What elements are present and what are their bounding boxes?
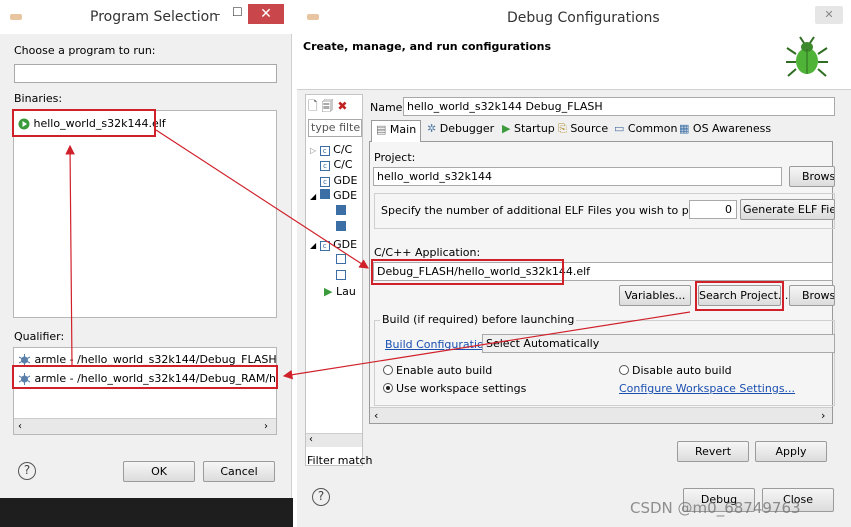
qualifier-label: Qualifier: <box>14 330 65 343</box>
enable-auto-build-radio[interactable]: Enable auto build <box>383 364 492 377</box>
cancel-button[interactable]: Cancel <box>203 461 275 482</box>
highlight-box <box>695 281 784 311</box>
duplicate-icon[interactable]: 🗐 <box>321 99 333 113</box>
close-icon[interactable]: ✕ <box>815 6 843 24</box>
tree-child-icon[interactable] <box>336 254 346 264</box>
title-bar: Program Selection – ☐ ✕ <box>0 0 292 34</box>
configure-workspace-link[interactable]: Configure Workspace Settings... <box>619 382 795 395</box>
help-icon[interactable]: ? <box>18 462 36 480</box>
revert-button[interactable]: Revert <box>677 441 749 462</box>
banner: Create, manage, and run configurations <box>297 34 851 90</box>
horizontal-scrollbar[interactable]: ‹ › <box>14 418 276 434</box>
window-title: Debug Configurations <box>507 10 660 26</box>
app-label: C/C++ Application: <box>374 246 481 259</box>
tree-item[interactable]: ◢ GDE <box>310 189 357 202</box>
elf-prompt: Specify the number of additional ELF Fil… <box>381 204 733 217</box>
close-icon[interactable]: ✕ <box>248 4 284 24</box>
tree-child-icon[interactable] <box>336 205 346 215</box>
filter-input[interactable]: type filter t <box>308 119 362 137</box>
window-title: Program Selection <box>90 9 219 25</box>
apply-button[interactable]: Apply <box>755 441 827 462</box>
binaries-list[interactable]: hello_world_s32k144.elf <box>13 110 277 318</box>
tab-startup[interactable]: ▶ Startup <box>502 120 555 140</box>
horizontal-scrollbar[interactable]: ‹ <box>306 433 362 447</box>
name-input[interactable]: hello_world_s32k144 Debug_FLASH <box>403 97 835 116</box>
scroll-right-icon[interactable]: › <box>264 421 268 432</box>
minimize-icon[interactable]: – <box>214 7 221 22</box>
scroll-left-icon[interactable]: ‹ <box>374 409 378 422</box>
tree-item[interactable]: c C/C <box>320 158 353 171</box>
highlight-box <box>12 109 156 137</box>
tree-item[interactable]: c GDE <box>320 174 357 187</box>
elf-count-input[interactable]: 0 <box>689 200 737 219</box>
scroll-right-icon[interactable]: › <box>821 409 825 422</box>
tree-toolbar: 🗋 🗐 ✖ <box>308 97 347 118</box>
browse-app-button[interactable]: Brows <box>789 285 835 306</box>
radio-icon <box>383 365 393 375</box>
tab-common[interactable]: ▭ Common <box>614 120 677 140</box>
tab-source[interactable]: ⎘ Source <box>558 120 608 140</box>
tab-strip: ▤ Main ✲ Debugger ▶ Startup ⎘ Source ▭ C… <box>369 120 833 142</box>
tab-debugger[interactable]: ✲ Debugger <box>427 120 494 140</box>
tree-item[interactable]: ◢ c GDE <box>310 238 357 251</box>
radio-icon <box>619 365 629 375</box>
choose-program-label: Choose a program to run: <box>14 44 156 57</box>
tree-child-icon[interactable] <box>336 270 346 280</box>
build-configuration-link[interactable]: Build Configuration: <box>385 338 494 351</box>
build-configuration-select[interactable]: Select Automatically <box>482 334 835 353</box>
scroll-left-icon[interactable]: ‹ <box>309 434 313 445</box>
highlight-box <box>371 259 564 285</box>
banner-heading: Create, manage, and run configurations <box>303 40 552 53</box>
scroll-left-icon[interactable]: ‹ <box>18 421 22 432</box>
delete-icon[interactable]: ✖ <box>337 99 347 113</box>
variables-button[interactable]: Variables... <box>619 285 691 306</box>
tree-item[interactable]: ▷ c C/C <box>310 143 352 156</box>
program-search-input[interactable] <box>14 64 277 83</box>
program-selection-window: Program Selection – ☐ ✕ Choose a program… <box>0 0 292 527</box>
build-group-label: Build (if required) before launching <box>380 313 577 326</box>
disable-auto-build-radio[interactable]: Disable auto build <box>619 364 732 377</box>
generate-elf-fields-button[interactable]: Generate ELF Fields <box>740 199 835 220</box>
tree-child-icon[interactable] <box>336 221 346 231</box>
title-bar: Debug Configurations ✕ <box>297 0 851 34</box>
qualifier-list[interactable]: armle - /hello_world_s32k144/Debug_FLASH… <box>13 347 277 435</box>
radio-selected-icon <box>383 383 393 393</box>
name-label: Name: <box>370 101 407 114</box>
window-icon <box>307 14 319 20</box>
watermark: CSDN @m0_68749763 <box>630 499 801 517</box>
project-input[interactable]: hello_world_s32k144 <box>373 167 782 186</box>
tab-os-awareness[interactable]: ▦ OS Awareness <box>679 120 771 140</box>
help-icon[interactable]: ? <box>312 488 330 506</box>
bug-logo-icon <box>786 36 828 77</box>
use-workspace-radio[interactable]: Use workspace settings <box>383 382 526 395</box>
project-label: Project: <box>374 151 416 164</box>
horizontal-scrollbar[interactable]: ‹ › <box>370 407 832 423</box>
browse-project-button[interactable]: Brows <box>789 166 835 187</box>
binaries-label: Binaries: <box>14 92 63 105</box>
filter-status: Filter match <box>307 454 373 467</box>
tab-main[interactable]: ▤ Main <box>371 120 422 142</box>
window-icon <box>10 14 22 20</box>
config-tree-panel: 🗋 🗐 ✖ type filter t ▷ c C/C c C/C c GDE … <box>305 94 363 466</box>
taskbar-strip <box>0 498 293 527</box>
ok-button[interactable]: OK <box>123 461 195 482</box>
maximize-icon[interactable]: ☐ <box>232 5 243 19</box>
new-config-icon[interactable]: 🗋 <box>308 99 318 113</box>
tree-item[interactable]: ▶ Lau <box>324 285 356 298</box>
highlight-box <box>12 365 278 389</box>
